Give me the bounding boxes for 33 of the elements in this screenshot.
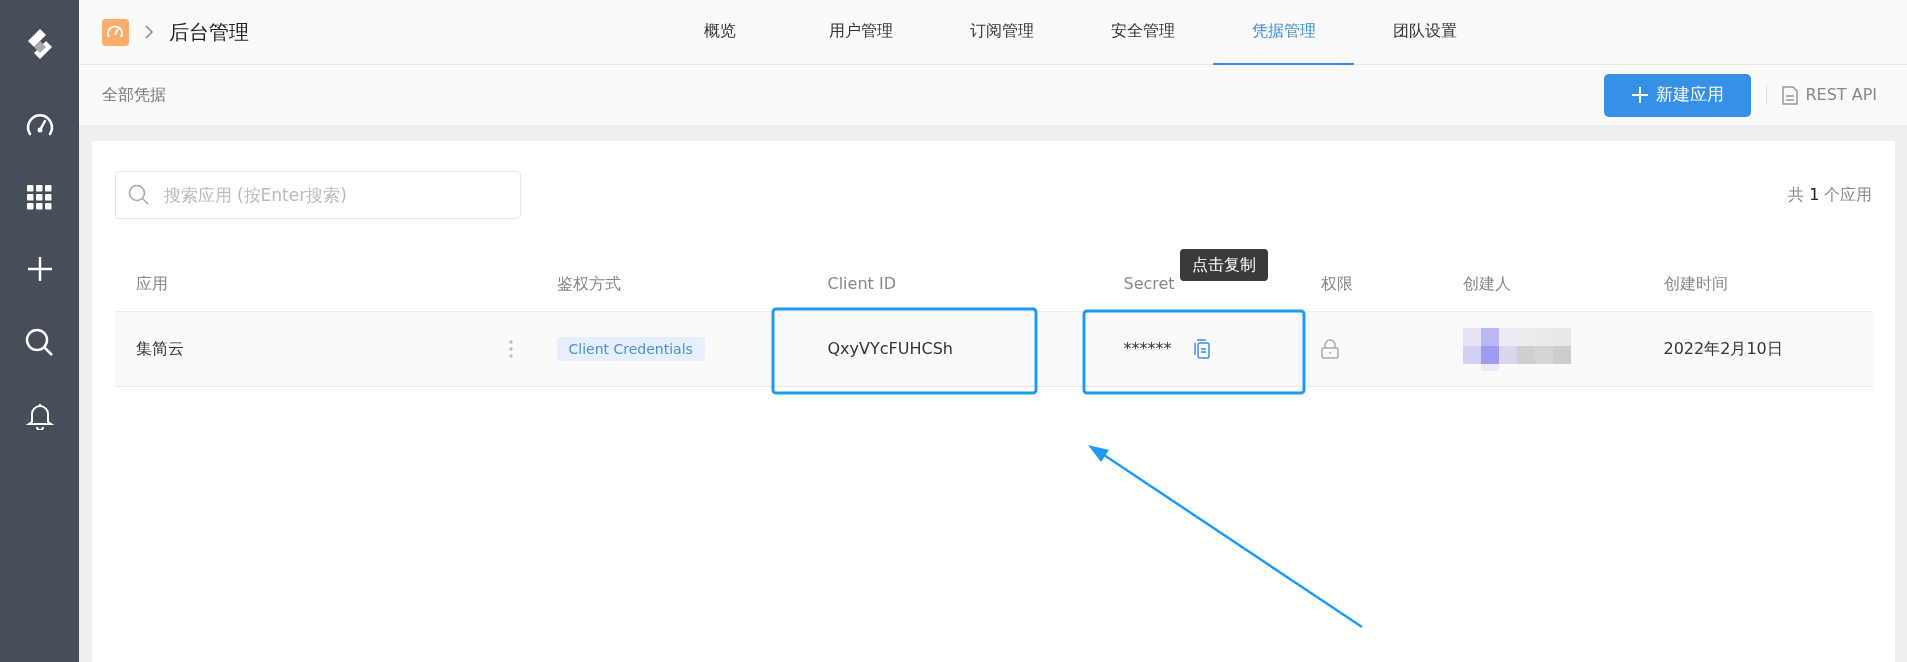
apps-grid-icon[interactable] — [27, 184, 52, 210]
column-header: 权限 — [1320, 274, 1353, 293]
search-icon — [127, 184, 150, 206]
tooltip: 点击复制 — [1179, 249, 1268, 281]
nav-tab[interactable]: 订阅管理 — [931, 0, 1072, 65]
app-count: 共 1 个应用 — [1788, 184, 1873, 206]
document-icon — [1781, 85, 1798, 105]
auth-type-tag: Client Credentials — [556, 337, 705, 361]
column-header: Secret — [1123, 274, 1175, 293]
nav-tab[interactable]: 用户管理 — [790, 0, 931, 65]
column-header: Client ID — [827, 274, 896, 293]
created-date: 2022年2月10日 — [1663, 339, 1783, 358]
column-header: 应用 — [135, 274, 168, 293]
column-header: 创建人 — [1462, 274, 1511, 293]
bell-icon[interactable] — [25, 401, 54, 430]
page-subtitle: 全部凭据 — [101, 84, 166, 106]
plus-icon — [1630, 86, 1649, 104]
search-field[interactable]: 搜索应用 (按Enter搜索) — [114, 171, 521, 219]
copy-icon[interactable] — [1194, 339, 1210, 359]
nav-tab[interactable]: 团队设置 — [1354, 0, 1495, 65]
nav-tab[interactable]: 安全管理 — [1072, 0, 1213, 65]
column-header: 创建时间 — [1663, 274, 1728, 293]
plus-icon[interactable] — [25, 254, 54, 283]
breadcrumb-title: 后台管理 — [168, 19, 249, 46]
lock-icon — [1320, 339, 1339, 359]
client-id: QxyVYcFUHCSh — [827, 339, 953, 358]
speedometer-icon — [101, 18, 129, 46]
app-name: 集简云 — [135, 338, 184, 360]
nav-tab[interactable]: 概览 — [649, 0, 790, 65]
column-header: 鉴权方式 — [556, 274, 621, 293]
secret-value: ****** — [1123, 338, 1172, 360]
search-icon[interactable] — [25, 327, 54, 357]
chevron-right-icon — [143, 24, 154, 40]
